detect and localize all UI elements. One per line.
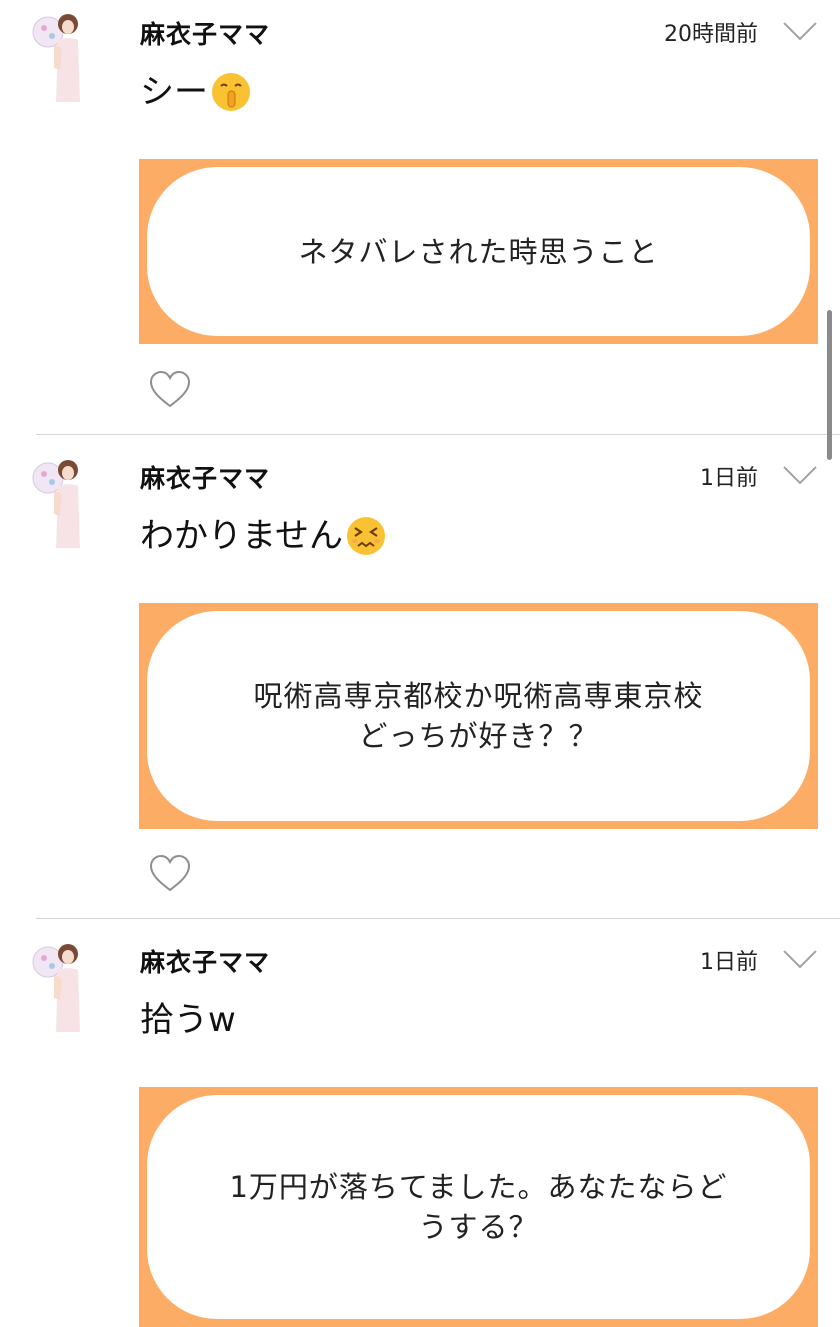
divider — [36, 434, 840, 435]
avatar[interactable] — [32, 456, 88, 552]
question-card[interactable]: ネタバレされた時思うこと — [139, 159, 818, 344]
answer-post: 麻衣子ママ 1日前 わかりません 呪術高専京都校か呪術高専東京校 どっちが好き？… — [0, 434, 840, 918]
avatar[interactable] — [32, 940, 88, 1036]
chevron-down-icon[interactable] — [782, 948, 818, 970]
question-text: 1万円が落ちてました。あなたならど うする？ — [147, 1095, 810, 1319]
heart-outline-icon[interactable] — [148, 370, 192, 410]
shushing-face-emoji — [210, 71, 252, 113]
chevron-down-icon[interactable] — [782, 20, 818, 42]
username[interactable]: 麻衣子ママ — [140, 464, 270, 494]
answer-text-content: 拾うw — [140, 1000, 236, 1040]
question-text: 呪術高専京都校か呪術高専東京校 どっちが好き？？ — [147, 611, 810, 821]
divider — [36, 918, 840, 919]
timestamp: 1日前 — [700, 950, 758, 975]
question-card[interactable]: 1万円が落ちてました。あなたならど うする？ — [139, 1087, 818, 1327]
timestamp: 1日前 — [700, 466, 758, 491]
chevron-down-icon[interactable] — [782, 464, 818, 486]
avatar[interactable] — [32, 10, 88, 106]
answer-text: 拾うw — [140, 998, 236, 1042]
timestamp: 20時間前 — [664, 22, 758, 47]
scrollbar[interactable] — [827, 310, 832, 460]
persevering-face-emoji — [345, 515, 387, 557]
username[interactable]: 麻衣子ママ — [140, 948, 270, 978]
answer-text: シー — [140, 70, 252, 114]
answer-text-content: わかりません — [140, 516, 343, 556]
question-text: ネタバレされた時思うこと — [147, 167, 810, 336]
answer-text: わかりません — [140, 514, 387, 558]
answer-post: 麻衣子ママ 20時間前 シー ネタバレされた時思うこと — [0, 0, 840, 434]
question-card[interactable]: 呪術高専京都校か呪術高専東京校 どっちが好き？？ — [139, 603, 818, 829]
answer-text-content: シー — [140, 72, 208, 112]
heart-outline-icon[interactable] — [148, 854, 192, 894]
answer-post: 麻衣子ママ 1日前 拾うw 1万円が落ちてました。あなたならど うする？ — [0, 918, 840, 1327]
username[interactable]: 麻衣子ママ — [140, 20, 270, 50]
